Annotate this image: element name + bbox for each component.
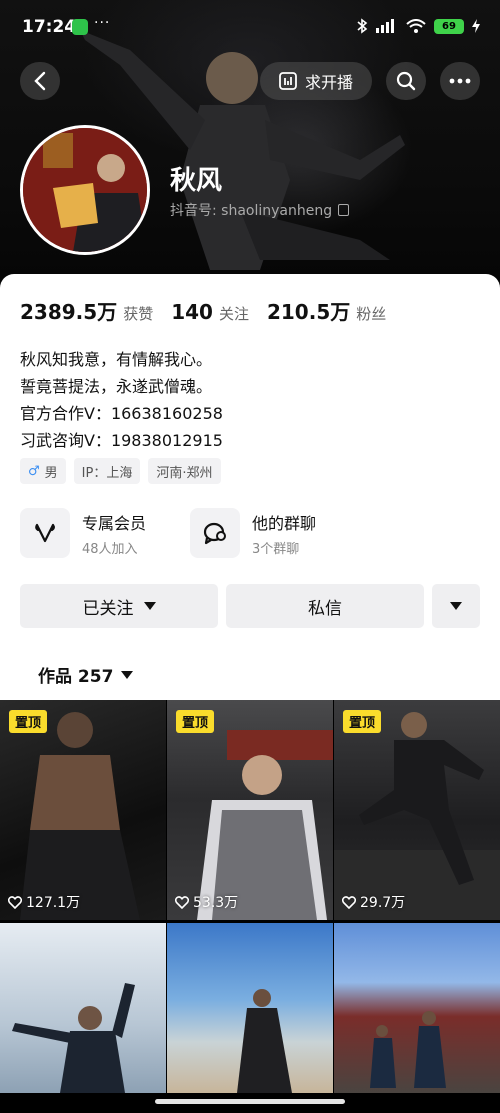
membership-title: 专属会员 xyxy=(82,513,147,533)
avatar[interactable] xyxy=(20,125,150,255)
stat-likes-label: 获赞 xyxy=(123,305,154,323)
membership-heart-icon xyxy=(20,508,70,558)
video-thumbnail[interactable]: 置顶 29.7万 xyxy=(334,700,500,920)
douyin-id[interactable]: 抖音号: shaolinyanheng xyxy=(170,200,350,220)
video-likes-count: 29.7万 xyxy=(360,895,406,911)
video-thumbnail[interactable]: 置顶 53.3万 xyxy=(167,700,333,920)
message-button[interactable]: 私信 xyxy=(226,584,424,628)
profile-banner: 17:24 ··· 69 求开播 秋风 抖音号: shaolinyanheng xyxy=(0,0,500,300)
pinned-badge: 置顶 xyxy=(9,710,48,733)
search-icon xyxy=(396,71,416,91)
copy-icon[interactable] xyxy=(338,204,350,216)
stat-following-label: 关注 xyxy=(218,305,249,323)
followed-button[interactable]: 已关注 xyxy=(20,584,218,628)
video-thumbnail-image xyxy=(237,989,292,1093)
video-thumbnail-image xyxy=(370,1011,446,1088)
ip-label: IP：上海 xyxy=(81,465,133,481)
video-likes-count: 53.3万 xyxy=(193,895,239,911)
group-chat-title: 他的群聊 xyxy=(252,513,317,533)
caret-down-icon xyxy=(450,602,462,610)
membership-sub: 48人加入 xyxy=(82,541,138,557)
caret-down-icon xyxy=(143,602,156,610)
bio-line: 习武咨询V：19838012915 xyxy=(20,431,223,450)
status-bar: 17:24 ··· 69 xyxy=(0,0,500,56)
profile-name: 秋风 xyxy=(170,166,223,196)
signal-icon xyxy=(376,19,394,33)
battery-icon: 69 xyxy=(434,18,464,34)
message-label: 私信 xyxy=(308,598,342,619)
group-chat-sub: 3个群聊 xyxy=(252,541,300,557)
bio-line: 官方合作V：16638160258 xyxy=(20,404,223,423)
pinned-badge: 置顶 xyxy=(176,710,215,733)
stat-likes[interactable]: 2389.5万 获赞 xyxy=(20,296,153,325)
group-chat-entry[interactable]: 他的群聊 3个群聊 xyxy=(190,508,316,558)
stat-followers-value: 210.5万 xyxy=(266,300,351,324)
gender-label: 男 xyxy=(44,465,58,481)
membership-entry[interactable]: 专属会员 48人加入 xyxy=(20,508,146,558)
bluetooth-icon xyxy=(357,18,368,34)
status-icons: 69 xyxy=(356,18,480,34)
video-thumbnail[interactable] xyxy=(0,923,166,1093)
more-options-button[interactable] xyxy=(440,62,480,100)
bio: 秋风知我意，有情解我心。 誓竟菩提法，永遂武僧魂。 官方合作V：16638160… xyxy=(20,346,223,454)
video-thumbnail-image xyxy=(12,983,135,1093)
video-likes: 53.3万 xyxy=(175,892,238,912)
video-thumbnail-image xyxy=(197,730,333,920)
gender-tag: ♂ 男 xyxy=(20,458,66,484)
request-live-button[interactable]: 求开播 xyxy=(260,62,372,100)
video-thumbnail-image xyxy=(334,712,500,920)
more-dots-icon xyxy=(449,78,471,84)
wifi-icon xyxy=(406,18,426,33)
stat-followers[interactable]: 210.5万 粉丝 xyxy=(267,296,386,325)
avatar-image xyxy=(23,128,147,252)
heart-icon xyxy=(8,895,22,909)
douyin-id-text: 抖音号: shaolinyanheng xyxy=(170,203,333,219)
charging-icon xyxy=(472,19,480,33)
video-likes: 127.1万 xyxy=(8,892,80,912)
status-time: 17:24 xyxy=(22,17,77,37)
male-icon: ♂ xyxy=(28,463,40,479)
stat-following[interactable]: 140 关注 xyxy=(171,300,249,324)
heart-icon xyxy=(342,895,356,909)
works-label: 作品 257 xyxy=(38,667,114,687)
more-actions-button[interactable] xyxy=(432,584,480,628)
ip-tag: IP：上海 xyxy=(73,458,141,484)
video-thumbnail[interactable] xyxy=(334,923,500,1093)
bio-line: 秋风知我意，有情解我心。 xyxy=(20,350,213,369)
location-tag: 河南·郑州 xyxy=(148,458,221,484)
search-button[interactable] xyxy=(386,62,426,100)
stat-following-value: 140 xyxy=(171,300,213,324)
heart-icon xyxy=(175,895,189,909)
video-likes: 29.7万 xyxy=(342,892,405,912)
profile-card: 2389.5万 获赞 140 关注 210.5万 粉丝 秋风知我意，有情解我心。 誓竟… xyxy=(0,274,500,700)
back-button[interactable] xyxy=(20,62,60,100)
video-thumbnail[interactable] xyxy=(167,923,333,1093)
wechat-notification-icon xyxy=(72,19,88,35)
caret-down-icon xyxy=(121,670,134,679)
location-label: 河南·郑州 xyxy=(156,465,213,481)
stat-likes-value: 2389.5万 xyxy=(20,300,118,324)
stat-followers-label: 粉丝 xyxy=(356,305,387,323)
home-indicator[interactable] xyxy=(155,1099,345,1104)
stats-row: 2389.5万 获赞 140 关注 210.5万 粉丝 xyxy=(20,296,386,325)
works-tab[interactable]: 作品 257 xyxy=(38,662,134,687)
live-chart-icon xyxy=(279,72,297,90)
chat-bubble-icon xyxy=(190,508,240,558)
bio-line: 誓竟菩提法，永遂武僧魂。 xyxy=(20,377,213,396)
pinned-badge: 置顶 xyxy=(343,710,382,733)
more-notifications-icon: ··· xyxy=(94,15,111,31)
chevron-left-icon xyxy=(34,71,46,91)
video-grid: 置顶 127.1万 置顶 53.3万 置顶 29.7万 xyxy=(0,700,500,1113)
request-live-label: 求开播 xyxy=(304,73,353,92)
profile-tags: ♂ 男 IP：上海 河南·郑州 xyxy=(20,458,221,484)
video-likes-count: 127.1万 xyxy=(26,895,81,911)
video-thumbnail[interactable]: 置顶 127.1万 xyxy=(0,700,166,920)
followed-label: 已关注 xyxy=(82,598,134,619)
video-thumbnail-image xyxy=(20,712,140,920)
